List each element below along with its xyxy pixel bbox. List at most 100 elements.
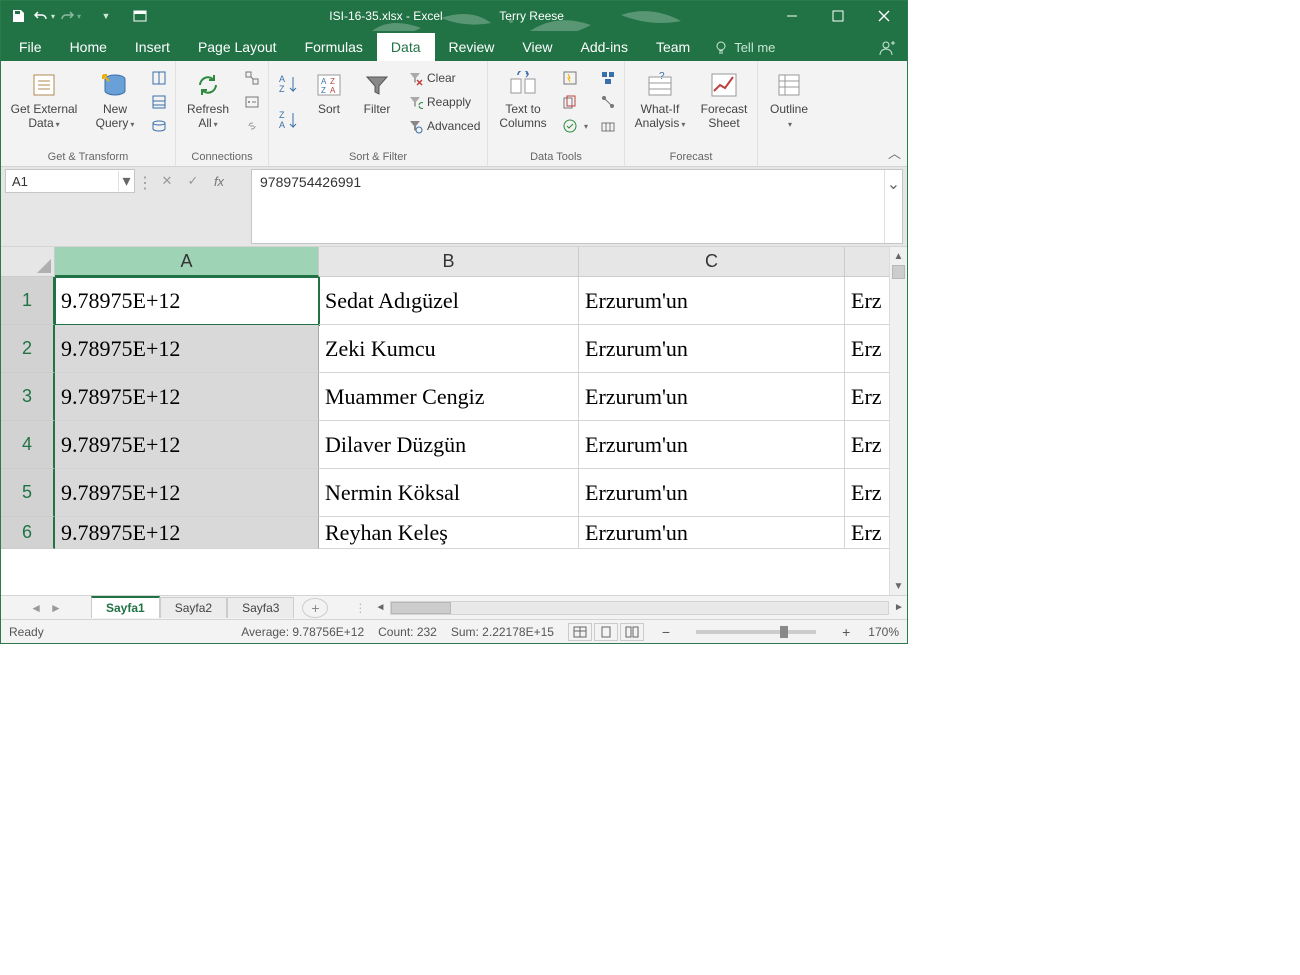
from-table-button[interactable] [147, 91, 171, 113]
filter-button[interactable]: Filter [355, 67, 399, 145]
cell[interactable]: Erzurum'un [579, 421, 845, 469]
clear-filter-button[interactable]: Clear [403, 67, 483, 89]
select-all-button[interactable] [1, 247, 55, 277]
sort-asc-button[interactable]: AZ [273, 67, 303, 101]
cell[interactable]: Erz [845, 277, 891, 325]
tab-home[interactable]: Home [56, 33, 121, 61]
connections-button[interactable] [240, 67, 264, 89]
maximize-button[interactable] [815, 1, 861, 31]
edit-links-button[interactable] [240, 115, 264, 137]
cell[interactable]: Erzurum'un [579, 517, 845, 549]
normal-view-button[interactable] [568, 623, 592, 641]
page-break-view-button[interactable] [620, 623, 644, 641]
horizontal-scrollbar[interactable]: ⋮ ◄ ► [348, 601, 907, 615]
cell[interactable]: 9.78975E+12 [55, 517, 319, 549]
share-button[interactable] [869, 39, 903, 61]
scroll-up-button[interactable]: ▲ [890, 247, 907, 265]
column-header-d[interactable] [845, 247, 891, 277]
collapse-ribbon-button[interactable]: ︿ [888, 143, 901, 162]
tab-formulas[interactable]: Formulas [291, 33, 377, 61]
refresh-all-button[interactable]: Refresh All▾ [180, 67, 236, 145]
hscroll-grip[interactable]: ⋮ [348, 601, 372, 615]
recent-sources-button[interactable] [147, 115, 171, 137]
row-header[interactable]: 6 [1, 517, 55, 549]
zoom-slider[interactable] [696, 630, 816, 634]
row-header[interactable]: 4 [1, 421, 55, 469]
sheet-tab-2[interactable]: Sayfa2 [160, 597, 227, 618]
consolidate-button[interactable] [596, 67, 620, 89]
tab-file[interactable]: File [5, 33, 56, 61]
tab-review[interactable]: Review [435, 33, 509, 61]
cell[interactable]: 9.78975E+12 [55, 277, 319, 325]
cell[interactable]: Muammer Cengiz [319, 373, 579, 421]
tell-me-search[interactable]: Tell me [704, 34, 785, 61]
sheet-tab-3[interactable]: Sayfa3 [227, 597, 294, 618]
cell[interactable]: Zeki Kumcu [319, 325, 579, 373]
relationships-button[interactable] [596, 91, 620, 113]
cell[interactable]: Erzurum'un [579, 325, 845, 373]
column-header-c[interactable]: C [579, 247, 845, 277]
tab-team[interactable]: Team [642, 33, 704, 61]
ribbon-display-options-button[interactable] [123, 1, 157, 31]
zoom-level[interactable]: 170% [868, 625, 899, 639]
row-header[interactable]: 5 [1, 469, 55, 517]
vertical-scrollbar[interactable]: ▲ ▼ [889, 247, 907, 595]
cell[interactable]: Erz [845, 373, 891, 421]
cell[interactable]: Erz [845, 325, 891, 373]
add-sheet-button[interactable]: + [302, 598, 328, 618]
cell[interactable]: Erzurum'un [579, 373, 845, 421]
name-box[interactable]: A1 ▾ [5, 169, 135, 193]
get-external-data-button[interactable]: Get External Data▾ [5, 67, 83, 145]
cell[interactable]: Sedat Adıgüzel [319, 277, 579, 325]
name-box-dropdown[interactable]: ▾ [118, 171, 134, 191]
tab-insert[interactable]: Insert [121, 33, 184, 61]
sort-desc-button[interactable]: ZA [273, 103, 303, 137]
vscroll-track[interactable] [890, 265, 907, 577]
customize-qat-button[interactable]: ▼ [95, 5, 117, 27]
save-button[interactable] [7, 5, 29, 27]
cell[interactable]: Erzurum'un [579, 277, 845, 325]
sheet-prev-button[interactable]: ◄ [30, 601, 42, 615]
outline-button[interactable]: Outline▾ [762, 67, 816, 145]
what-if-analysis-button[interactable]: ? What-If Analysis▾ [629, 67, 691, 145]
advanced-filter-button[interactable]: Advanced [403, 115, 483, 137]
manage-data-model-button[interactable] [596, 115, 620, 137]
minimize-button[interactable] [769, 1, 815, 31]
cell[interactable]: Reyhan Keleş [319, 517, 579, 549]
column-header-b[interactable]: B [319, 247, 579, 277]
vscroll-thumb[interactable] [892, 265, 905, 279]
zoom-out-button[interactable]: − [658, 624, 674, 640]
redo-button[interactable]: ▾ [59, 5, 81, 27]
sheet-tab-1[interactable]: Sayfa1 [91, 596, 160, 618]
undo-button[interactable]: ▾ [33, 5, 55, 27]
tab-page-layout[interactable]: Page Layout [184, 33, 291, 61]
cell[interactable]: Erzurum'un [579, 469, 845, 517]
hscroll-track[interactable] [390, 601, 889, 615]
formula-bar-input[interactable]: 9789754426991 [252, 170, 884, 243]
insert-function-button[interactable]: fx [209, 174, 229, 189]
cell[interactable]: Erz [845, 517, 891, 549]
data-validation-button[interactable]: ▾ [558, 115, 592, 137]
properties-button[interactable] [240, 91, 264, 113]
row-header[interactable]: 2 [1, 325, 55, 373]
cell[interactable]: 9.78975E+12 [55, 421, 319, 469]
cell[interactable]: 9.78975E+12 [55, 469, 319, 517]
hscroll-thumb[interactable] [391, 602, 451, 614]
new-query-button[interactable]: New Query▾ [87, 67, 143, 145]
page-layout-view-button[interactable] [594, 623, 618, 641]
tab-view[interactable]: View [508, 33, 566, 61]
reapply-filter-button[interactable]: Reapply [403, 91, 483, 113]
sort-button[interactable]: AZZA Sort [307, 67, 351, 145]
flash-fill-button[interactable] [558, 67, 592, 89]
scroll-down-button[interactable]: ▼ [890, 577, 907, 595]
scroll-right-button[interactable]: ► [891, 602, 907, 613]
scroll-left-button[interactable]: ◄ [372, 602, 388, 613]
name-box-input[interactable]: A1 [6, 174, 118, 189]
cell[interactable]: 9.78975E+12 [55, 325, 319, 373]
cancel-formula-button[interactable]: ✕ [157, 173, 177, 189]
zoom-thumb[interactable] [780, 626, 788, 638]
row-header[interactable]: 3 [1, 373, 55, 421]
tab-addins[interactable]: Add-ins [567, 33, 642, 61]
formula-bar-expand-button[interactable]: ⌄ [884, 170, 902, 243]
row-header[interactable]: 1 [1, 277, 55, 325]
